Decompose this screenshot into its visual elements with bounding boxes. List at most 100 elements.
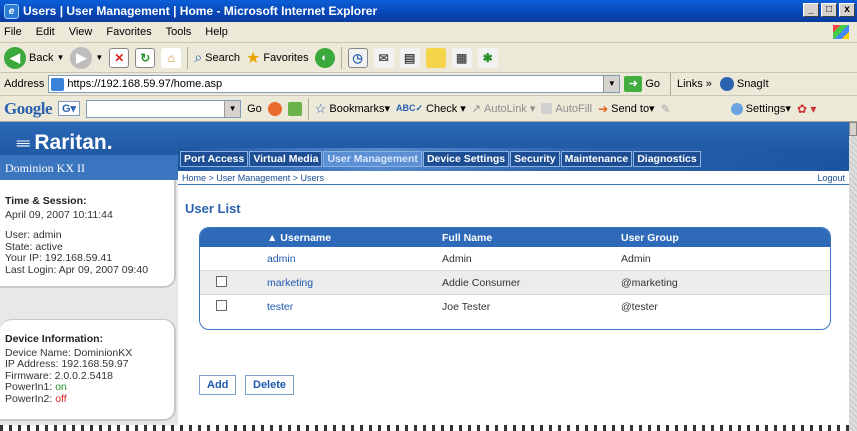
username-link[interactable]: tester (267, 301, 293, 313)
full-name-cell: Admin (442, 253, 472, 265)
session-heading: Time & Session: (5, 195, 87, 207)
raritan-logo-text: Raritan. (34, 131, 113, 154)
messenger-icon[interactable]: ✱ (477, 47, 498, 68)
page-icon (51, 77, 65, 91)
menu-edit[interactable]: Edit (36, 26, 55, 38)
media-icon[interactable]: ◐ (314, 47, 335, 68)
header-username[interactable]: ▲ Username (267, 232, 331, 244)
tab-device-settings[interactable]: Device Settings (422, 151, 510, 167)
folder-icon[interactable] (425, 47, 446, 68)
favorites-button[interactable]: ★ Favorites (246, 46, 309, 70)
user-group-cell: @tester (621, 301, 658, 313)
tab-bar: Port Access Virtual Media User Managemen… (178, 122, 849, 171)
popup-blocker-icon[interactable] (287, 101, 302, 116)
username-link[interactable]: admin (267, 253, 296, 265)
spellcheck-button[interactable]: ABC✓ Check ▾ (396, 102, 466, 115)
tab-maintenance[interactable]: Maintenance (560, 151, 633, 167)
address-label: Address (4, 78, 45, 90)
menu-tools[interactable]: Tools (166, 26, 192, 38)
row-checkbox[interactable] (216, 300, 227, 311)
google-logo-text: Google (4, 98, 53, 118)
breadcrumb[interactable]: Home > User Management > Users (182, 173, 324, 183)
chevron-down-icon[interactable]: ▼ (224, 100, 241, 117)
window-titlebar: e Users | User Management | Home - Micro… (0, 0, 857, 22)
menu-view[interactable]: View (69, 26, 93, 38)
sidebar-panel: Time & Session: April 09, 2007 10:11:44 … (0, 180, 178, 431)
full-name-cell: Joe Tester (442, 301, 491, 313)
address-input[interactable]: https://192.168.59.97/home.asp ▼ (48, 75, 621, 93)
mail-icon[interactable]: ✉ (373, 47, 394, 68)
snagit-label: SnagIt (736, 78, 769, 90)
vertical-scrollbar[interactable] (849, 122, 857, 431)
pagerank-icon[interactable] (267, 101, 282, 116)
session-datetime: April 09, 2007 10:11:44 (5, 208, 113, 221)
stop-icon[interactable]: ✕ (109, 47, 130, 68)
autolink-label: AutoLink ▾ (484, 103, 536, 115)
content-area: User List ▲ Username Full Name User Grou… (178, 185, 849, 431)
menu-file[interactable]: File (4, 26, 22, 38)
chevron-down-icon[interactable]: ▼ (603, 76, 620, 92)
research-icon[interactable]: ▦ (451, 47, 472, 68)
tab-port-access[interactable]: Port Access (180, 151, 249, 167)
history-icon[interactable]: ◷ (347, 47, 368, 68)
autofill-button[interactable]: AutoFill (541, 103, 592, 115)
spellcheck-icon: ABC✓ (395, 103, 424, 113)
go-arrow-icon: ➜ (624, 76, 643, 92)
back-button[interactable]: ◀ Back ▼ (4, 46, 64, 70)
scroll-up-button[interactable] (849, 122, 857, 136)
google-search-menu[interactable]: G▾ (58, 101, 81, 116)
add-button[interactable]: Add (199, 375, 237, 395)
sidebar: ≡≡ Raritan. Dominion KX II Time & Sessio… (0, 122, 178, 431)
autolink-button[interactable]: ↗ AutoLink ▾ (472, 102, 536, 115)
ie-icon: e (4, 3, 19, 19)
send-icon: ➔ (598, 101, 609, 116)
go-button[interactable]: ➜ Go (624, 76, 660, 92)
highlighter-icon[interactable]: ✎ (661, 102, 671, 116)
username-link[interactable]: marketing (267, 277, 313, 289)
settings-icon (730, 102, 743, 115)
print-icon[interactable]: ▤ (399, 47, 420, 68)
chevron-down-icon: ▼ (56, 53, 65, 62)
back-label: Back (29, 51, 54, 64)
tab-diagnostics[interactable]: Diagnostics (633, 151, 701, 167)
device-heading: Device Information: (5, 333, 104, 345)
links-button[interactable]: Links » (677, 78, 712, 90)
menu-help[interactable]: Help (205, 26, 228, 38)
snagit-icon (719, 77, 734, 91)
close-button[interactable]: x (839, 3, 855, 17)
sendto-button[interactable]: ➔ Send to▾ (598, 102, 655, 116)
full-name-cell: Addie Consumer (442, 277, 521, 289)
table-header: ▲ Username Full Name User Group (200, 228, 830, 247)
google-go-button[interactable]: Go (247, 103, 262, 115)
menu-favorites[interactable]: Favorites (106, 26, 151, 38)
minimize-button[interactable]: _ (803, 3, 819, 17)
google-go-label: Go (247, 102, 262, 115)
delete-button[interactable]: Delete (245, 375, 295, 395)
header-full-name[interactable]: Full Name (442, 232, 492, 244)
google-search-input[interactable]: ▼ (86, 99, 242, 118)
google-toolbar: Google G▾ ▼ Go ☆ Bookmarks▾ ABC✓ Check ▾… (0, 96, 857, 122)
row-checkbox[interactable] (216, 276, 227, 287)
search-button[interactable]: ⌕ Search (194, 46, 240, 70)
snagit-button[interactable]: SnagIt (719, 77, 769, 91)
autolink-icon: ↗ (471, 103, 481, 115)
tab-virtual-media[interactable]: Virtual Media (249, 151, 323, 167)
power2-status: off (55, 392, 67, 405)
refresh-icon[interactable]: ↻ (135, 47, 156, 68)
settings-button[interactable]: Settings▾ (730, 102, 791, 115)
address-bar: Address https://192.168.59.97/home.asp ▼… (0, 73, 857, 96)
main-area: Port Access Virtual Media User Managemen… (178, 122, 849, 431)
search-icon: ⌕ (194, 49, 203, 65)
translate-icon[interactable]: ✿ ▾ (797, 102, 816, 116)
home-icon[interactable]: ⌂ (161, 47, 182, 68)
power2-line: PowerIn2: off (5, 392, 169, 406)
power2-label: PowerIn2: (5, 392, 56, 405)
tab-user-management[interactable]: User Management (323, 151, 422, 167)
tab-security[interactable]: Security (510, 151, 560, 167)
chevron-down-icon: ▼ (95, 53, 104, 62)
logout-link[interactable]: Logout (817, 173, 845, 183)
forward-button[interactable]: ▶ ▼ (70, 46, 103, 70)
header-user-group[interactable]: User Group (621, 232, 679, 244)
bookmarks-button[interactable]: ☆ Bookmarks▾ (315, 101, 390, 117)
maximize-button[interactable]: □ (821, 3, 837, 17)
